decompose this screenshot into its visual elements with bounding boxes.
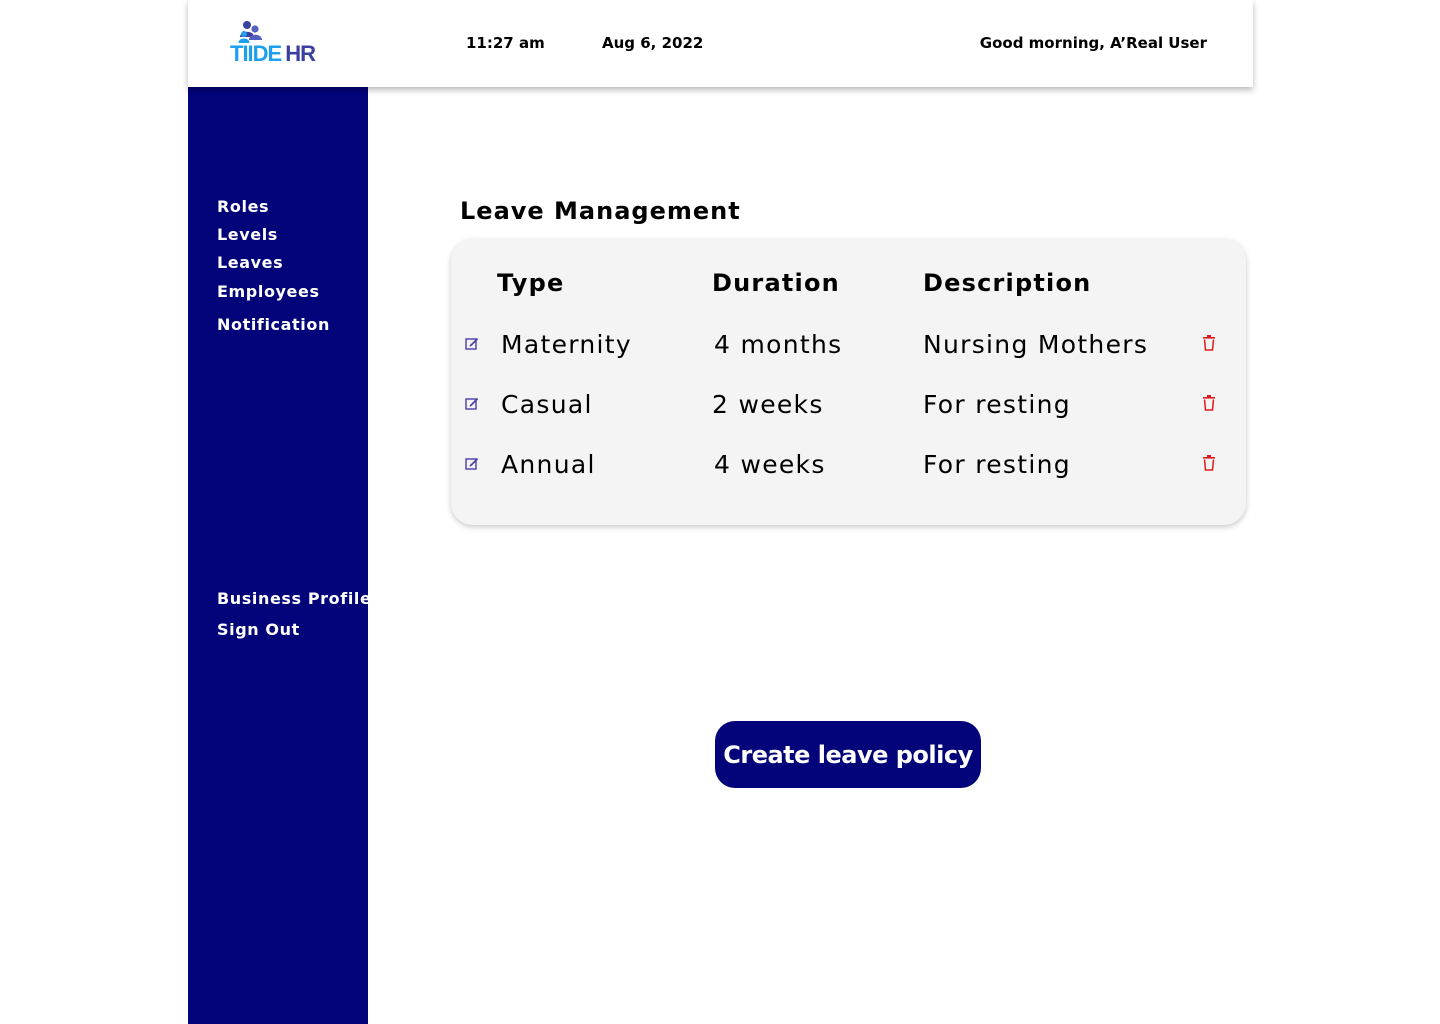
sidebar-item-roles[interactable]: Roles bbox=[217, 197, 269, 216]
leave-duration: 2 weeks bbox=[712, 390, 824, 419]
app-logo[interactable]: TIIDE HR bbox=[230, 18, 330, 70]
leave-description: Nursing Mothers bbox=[923, 330, 1149, 359]
leave-type: Maternity bbox=[501, 330, 632, 359]
trash-icon[interactable] bbox=[1202, 335, 1216, 351]
sidebar-item-business-profile[interactable]: Business Profile bbox=[217, 589, 371, 608]
page-title: Leave Management bbox=[460, 197, 741, 225]
current-date: Aug 6, 2022 bbox=[602, 34, 704, 52]
column-header-duration: Duration bbox=[712, 269, 840, 297]
sidebar-item-levels[interactable]: Levels bbox=[217, 225, 278, 244]
trash-icon[interactable] bbox=[1202, 455, 1216, 471]
sidebar: Roles Levels Leaves Employees Notificati… bbox=[188, 87, 371, 1024]
table-row: Maternity 4 months Nursing Mothers bbox=[451, 330, 1246, 370]
leave-type: Annual bbox=[501, 450, 596, 479]
leave-type: Casual bbox=[501, 390, 593, 419]
sidebar-item-employees[interactable]: Employees bbox=[217, 282, 320, 301]
sidebar-item-sign-out[interactable]: Sign Out bbox=[217, 620, 300, 639]
top-bar: TIIDE HR 11:27 am Aug 6, 2022 Good mornin… bbox=[188, 0, 1253, 87]
table-row: Annual 4 weeks For resting bbox=[451, 450, 1246, 490]
greeting-text: Good morning, A’Real User bbox=[979, 34, 1207, 52]
logo-wordmark: TIIDE HR bbox=[230, 41, 316, 66]
leave-duration: 4 weeks bbox=[714, 450, 826, 479]
logo-hr: HR bbox=[285, 41, 316, 66]
sidebar-item-leaves[interactable]: Leaves bbox=[217, 253, 283, 272]
edit-icon[interactable] bbox=[465, 456, 479, 470]
column-header-type: Type bbox=[497, 269, 565, 297]
leave-description: For resting bbox=[923, 390, 1071, 419]
column-header-description: Description bbox=[923, 269, 1092, 297]
logo-tiide: TIIDE bbox=[230, 41, 282, 66]
edit-icon[interactable] bbox=[465, 396, 479, 410]
create-leave-policy-button[interactable]: Create leave policy bbox=[715, 721, 981, 788]
leave-table-card: Type Duration Description Maternity 4 mo… bbox=[451, 239, 1246, 525]
trash-icon[interactable] bbox=[1202, 395, 1216, 411]
leave-duration: 4 months bbox=[714, 330, 843, 359]
table-row: Casual 2 weeks For resting bbox=[451, 390, 1246, 430]
current-time: 11:27 am bbox=[466, 34, 545, 52]
leave-description: For resting bbox=[923, 450, 1071, 479]
sidebar-item-notification[interactable]: Notification bbox=[217, 315, 330, 334]
edit-icon[interactable] bbox=[465, 336, 479, 350]
